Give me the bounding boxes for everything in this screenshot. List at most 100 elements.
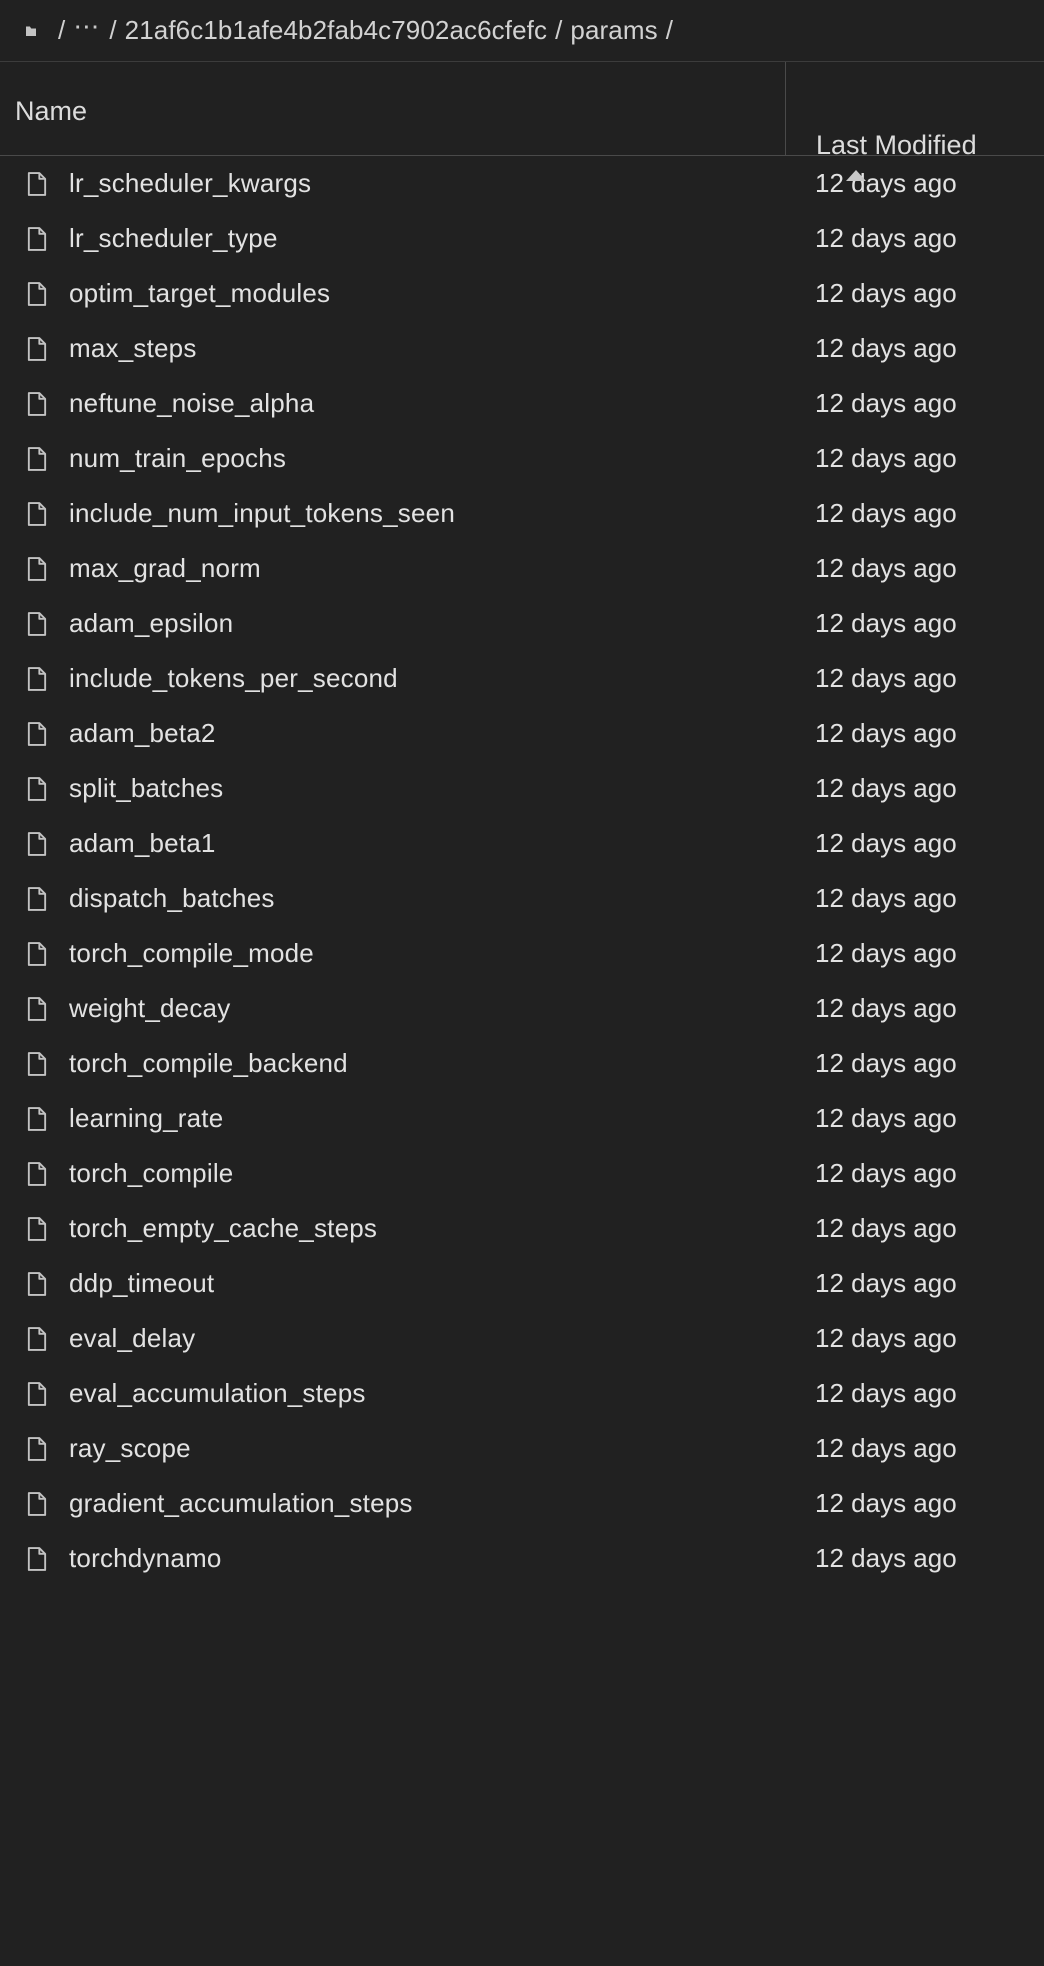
file-name: max_grad_norm [69, 553, 261, 583]
file-name: adam_beta2 [69, 718, 216, 748]
file-icon [22, 664, 52, 694]
file-name: ray_scope [69, 1433, 191, 1463]
column-header-last-modified-label: Last Modified [816, 130, 977, 160]
table-row[interactable]: dispatch_batches 12 days ago [0, 871, 1044, 926]
file-icon [22, 1434, 52, 1464]
table-row[interactable]: ddp_timeout 12 days ago [0, 1256, 1044, 1311]
table-row[interactable]: weight_decay 12 days ago [0, 981, 1044, 1036]
file-name: lr_scheduler_kwargs [69, 168, 312, 198]
file-last-modified: 12 days ago [815, 608, 957, 638]
table-row[interactable]: optim_target_modules 12 days ago [0, 266, 1044, 321]
file-icon [22, 884, 52, 914]
file-last-modified: 12 days ago [815, 1488, 957, 1518]
file-name: max_steps [69, 333, 197, 363]
file-icon [22, 829, 52, 859]
file-name: torch_compile_mode [69, 938, 314, 968]
file-last-modified: 12 days ago [815, 1433, 957, 1463]
file-name: ddp_timeout [69, 1268, 215, 1298]
table-row[interactable]: torch_compile_backend 12 days ago [0, 1036, 1044, 1091]
table-row[interactable]: include_tokens_per_second 12 days ago [0, 651, 1044, 706]
file-last-modified: 12 days ago [815, 388, 957, 418]
file-last-modified: 12 days ago [815, 773, 957, 803]
file-browser-list[interactable]: lr_scheduler_kwargs 12 days ago lr_sched… [0, 156, 1044, 1586]
file-last-modified: 12 days ago [815, 1268, 957, 1298]
table-row[interactable]: lr_scheduler_kwargs 12 days ago [0, 156, 1044, 211]
file-name: optim_target_modules [69, 278, 331, 308]
file-last-modified: 12 days ago [815, 883, 957, 913]
file-icon [22, 1049, 52, 1079]
file-icon [22, 1269, 52, 1299]
file-last-modified: 12 days ago [815, 498, 957, 528]
file-name: include_tokens_per_second [69, 663, 398, 693]
table-row[interactable]: include_num_input_tokens_seen 12 days ag… [0, 486, 1044, 541]
file-name: weight_decay [69, 993, 231, 1023]
file-icon [22, 1159, 52, 1189]
file-icon [22, 1489, 52, 1519]
table-row[interactable]: max_grad_norm 12 days ago [0, 541, 1044, 596]
file-last-modified: 12 days ago [815, 718, 957, 748]
file-last-modified: 12 days ago [815, 1158, 957, 1188]
file-name: torchdynamo [69, 1543, 222, 1573]
table-row[interactable]: lr_scheduler_type 12 days ago [0, 211, 1044, 266]
file-icon [22, 994, 52, 1024]
table-row[interactable]: torch_compile_mode 12 days ago [0, 926, 1044, 981]
breadcrumb-separator-2: / [555, 15, 563, 45]
file-last-modified: 12 days ago [815, 168, 957, 198]
file-icon [22, 499, 52, 529]
file-icon [22, 1379, 52, 1409]
file-icon [22, 1104, 52, 1134]
file-last-modified: 12 days ago [815, 663, 957, 693]
file-icon [22, 1214, 52, 1244]
column-header-name[interactable]: Name [0, 62, 785, 127]
file-icon [22, 939, 52, 969]
breadcrumb-separator-1: / [109, 15, 117, 45]
folder-icon[interactable] [22, 18, 48, 44]
file-last-modified: 12 days ago [815, 993, 957, 1023]
table-row[interactable]: torchdynamo 12 days ago [0, 1531, 1044, 1586]
file-last-modified: 12 days ago [815, 938, 957, 968]
file-name: gradient_accumulation_steps [69, 1488, 413, 1518]
file-name: num_train_epochs [69, 443, 287, 473]
breadcrumb-separator-0: / [58, 15, 66, 45]
file-name: dispatch_batches [69, 883, 275, 913]
file-icon [22, 444, 52, 474]
table-row[interactable]: ray_scope 12 days ago [0, 1421, 1044, 1476]
table-row[interactable]: learning_rate 12 days ago [0, 1091, 1044, 1146]
table-row[interactable]: neftune_noise_alpha 12 days ago [0, 376, 1044, 431]
file-icon [22, 334, 52, 364]
table-row[interactable]: max_steps 12 days ago [0, 321, 1044, 376]
breadcrumb-item-run-hash[interactable]: 21af6c1b1afe4b2fab4c7902ac6cfefc [125, 15, 547, 46]
breadcrumb-item-params[interactable]: params [570, 15, 657, 46]
triangle-up-icon[interactable] [846, 170, 866, 181]
table-row[interactable]: adam_beta1 12 days ago [0, 816, 1044, 871]
file-icon [22, 169, 52, 199]
table-row[interactable]: gradient_accumulation_steps 12 days ago [0, 1476, 1044, 1531]
breadcrumb-bar: / ⋯ / 21af6c1b1afe4b2fab4c7902ac6cfefc /… [0, 0, 1044, 62]
file-icon [22, 1544, 52, 1574]
column-header-last-modified[interactable]: Last Modified [785, 62, 1044, 181]
table-row[interactable]: eval_accumulation_steps 12 days ago [0, 1366, 1044, 1421]
breadcrumb-separator-3: / [665, 15, 674, 45]
table-row[interactable]: num_train_epochs 12 days ago [0, 431, 1044, 486]
file-last-modified: 12 days ago [815, 828, 957, 858]
file-last-modified: 12 days ago [815, 1323, 957, 1353]
table-row[interactable]: split_batches 12 days ago [0, 761, 1044, 816]
table-row[interactable]: eval_delay 12 days ago [0, 1311, 1044, 1366]
table-row[interactable]: torch_compile 12 days ago [0, 1146, 1044, 1201]
file-last-modified: 12 days ago [815, 1213, 957, 1243]
table-row[interactable]: adam_epsilon 12 days ago [0, 596, 1044, 651]
table-row[interactable]: torch_empty_cache_steps 12 days ago [0, 1201, 1044, 1256]
file-last-modified: 12 days ago [815, 1048, 957, 1078]
breadcrumb: / ⋯ / 21af6c1b1afe4b2fab4c7902ac6cfefc /… [22, 13, 681, 46]
file-name: torch_compile_backend [69, 1048, 348, 1078]
file-last-modified: 12 days ago [815, 1543, 957, 1573]
file-name: adam_epsilon [69, 608, 234, 638]
column-header-name-label: Name [15, 96, 88, 126]
file-name: torch_compile [69, 1158, 234, 1188]
breadcrumb-ellipsis[interactable]: ⋯ [73, 13, 101, 40]
file-name: include_num_input_tokens_seen [69, 498, 455, 528]
file-last-modified: 12 days ago [815, 333, 957, 363]
file-table-header: Name Last Modified [0, 62, 1044, 181]
file-last-modified: 12 days ago [815, 443, 957, 473]
table-row[interactable]: adam_beta2 12 days ago [0, 706, 1044, 761]
